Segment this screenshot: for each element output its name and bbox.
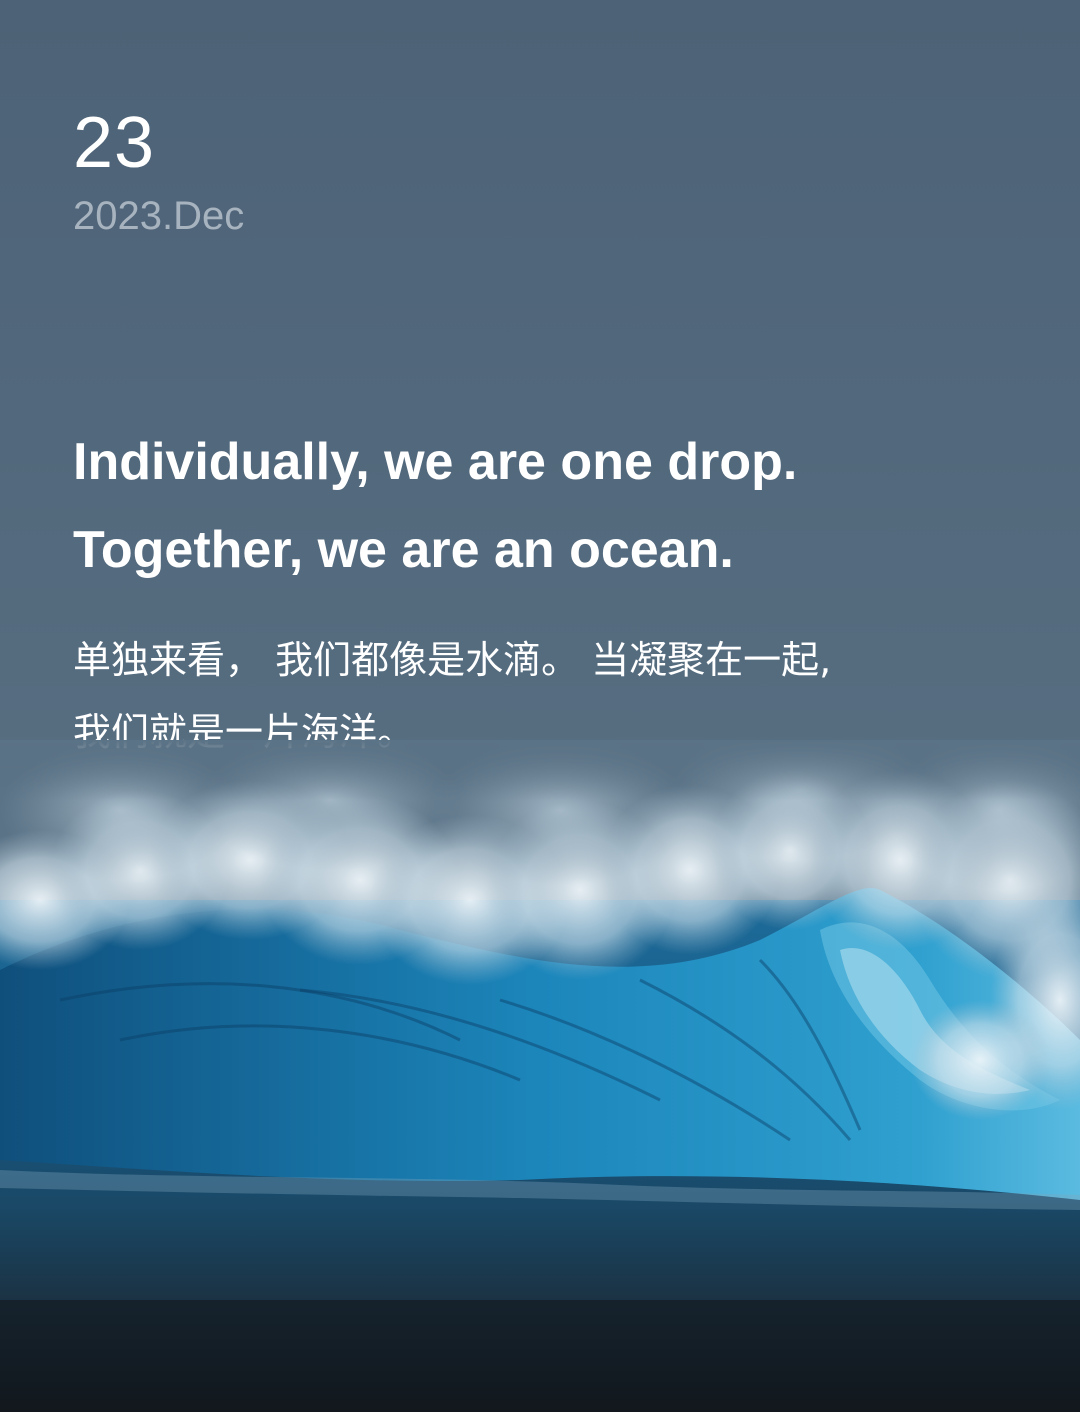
date-month-year: 2023.Dec	[73, 194, 245, 238]
quote-english-line: Together, we are an ocean.	[73, 521, 734, 579]
date-day: 23	[73, 103, 156, 183]
quote-chinese-line: 单独来看， 我们都像是水滴。 当凝聚在一起,	[73, 638, 832, 682]
quote-english: Individually, we are one drop. Together,…	[73, 418, 1033, 594]
ocean-wave-photo	[0, 740, 1080, 1412]
quote-english-line: Individually, we are one drop.	[73, 433, 798, 491]
